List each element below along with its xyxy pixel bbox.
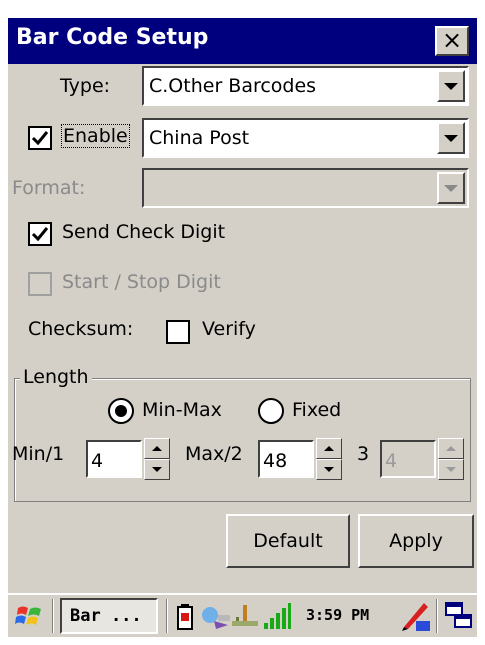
checkmark-icon — [31, 131, 49, 146]
taskbar: Bar ... 3:59 PM — [8, 593, 477, 637]
min-length-spinner[interactable] — [144, 438, 170, 480]
min-label: Min/1 — [12, 443, 65, 465]
chevron-down-icon — [444, 82, 458, 90]
fixed-radio[interactable] — [258, 398, 284, 424]
third-length-spinner[interactable] — [438, 438, 464, 480]
usb-icon[interactable] — [230, 603, 260, 631]
min-max-label: Min-Max — [142, 399, 222, 421]
symbology-dropdown-button[interactable] — [437, 122, 465, 154]
taskbar-separator — [52, 599, 54, 633]
max-length-spinner[interactable] — [316, 438, 342, 480]
start-stop-digit-label: Start / Stop Digit — [62, 271, 221, 293]
type-combo[interactable]: C.Other Barcodes — [142, 66, 469, 106]
close-button[interactable]: × — [435, 26, 469, 56]
signal-icon[interactable] — [262, 601, 292, 631]
type-value: C.Other Barcodes — [149, 75, 317, 97]
max-spin-down-button[interactable] — [316, 459, 342, 480]
symbology-value: China Post — [149, 127, 250, 149]
third-spin-down-button[interactable] — [438, 459, 464, 480]
network-icon[interactable] — [200, 603, 232, 631]
min-spin-down-button[interactable] — [144, 459, 170, 480]
apply-button[interactable]: Apply — [358, 514, 474, 568]
taskbar-separator — [166, 599, 168, 633]
clock[interactable]: 3:59 PM — [306, 606, 369, 624]
radio-selected-dot — [115, 405, 127, 417]
title-bar: Bar Code Setup × — [8, 18, 477, 64]
verify-checkbox[interactable] — [166, 320, 190, 344]
third-length-input[interactable]: 4 — [380, 440, 436, 478]
battery-icon[interactable] — [176, 603, 194, 631]
enable-label[interactable]: Enable — [61, 124, 130, 148]
bar-code-setup-dialog: Type: C.Other Barcodes Enable China Post… — [8, 64, 477, 593]
windows-start-icon[interactable] — [14, 600, 46, 632]
taskbar-app-button[interactable]: Bar ... — [60, 598, 158, 634]
checkmark-icon — [31, 227, 49, 242]
fixed-label: Fixed — [292, 399, 342, 421]
arrow-up-icon — [324, 446, 334, 451]
type-label: Type: — [60, 75, 111, 97]
arrow-up-icon — [152, 446, 162, 451]
max-label: Max/2 — [185, 443, 243, 465]
default-button[interactable]: Default — [226, 514, 350, 568]
arrow-down-icon — [152, 467, 162, 472]
verify-label: Verify — [202, 318, 256, 340]
chevron-down-icon — [444, 134, 458, 142]
input-panel-icon[interactable] — [400, 599, 432, 633]
chevron-down-icon — [444, 184, 458, 192]
send-check-digit-checkbox[interactable] — [28, 222, 52, 246]
task-switch-icon[interactable] — [444, 601, 474, 631]
type-dropdown-button[interactable] — [437, 70, 465, 102]
arrow-up-icon — [446, 446, 456, 451]
third-length-label: 3 — [357, 443, 370, 465]
arrow-down-icon — [446, 467, 456, 472]
max-spin-up-button[interactable] — [316, 438, 342, 459]
format-combo[interactable] — [142, 168, 469, 208]
checksum-label: Checksum: — [28, 318, 134, 340]
start-stop-digit-checkbox[interactable] — [28, 272, 52, 296]
arrow-down-icon — [324, 467, 334, 472]
length-group-legend: Length — [20, 366, 92, 388]
taskbar-separator — [436, 599, 438, 633]
min-spin-up-button[interactable] — [144, 438, 170, 459]
window-title: Bar Code Setup — [16, 25, 209, 50]
min-length-input[interactable]: 4 — [86, 440, 142, 478]
symbology-combo[interactable]: China Post — [142, 118, 469, 158]
min-max-radio[interactable] — [108, 398, 134, 424]
screen: Bar Code Setup × Type: C.Other Barcodes … — [0, 0, 485, 645]
enable-checkbox[interactable] — [28, 126, 52, 150]
format-dropdown-button[interactable] — [437, 172, 465, 204]
third-spin-up-button[interactable] — [438, 438, 464, 459]
max-length-input[interactable]: 48 — [258, 440, 314, 478]
send-check-digit-label: Send Check Digit — [62, 221, 226, 243]
format-label: Format: — [12, 177, 86, 199]
